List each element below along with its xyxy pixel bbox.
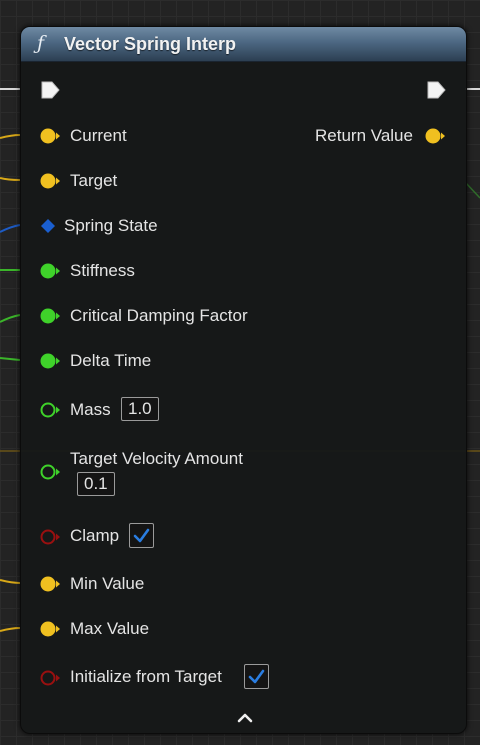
- initialize-from-target-label: Initialize from Target: [70, 667, 222, 686]
- vector-spring-interp-node[interactable]: ƒ Vector Spring Interp Current Return Va…: [20, 26, 467, 734]
- max-value-pin-icon[interactable]: [39, 620, 63, 643]
- delta-time-label: Delta Time: [70, 351, 152, 370]
- wire-min: [0, 579, 21, 584]
- wire-current: [0, 134, 21, 139]
- spring-state-label: Spring State: [64, 216, 158, 235]
- delta-time-pin-icon[interactable]: [39, 352, 63, 375]
- node-header[interactable]: ƒ Vector Spring Interp: [21, 27, 466, 62]
- wire-target-pass: [464, 181, 480, 199]
- wire-delta-time: [0, 357, 21, 361]
- clamp-checkbox[interactable]: [129, 523, 154, 548]
- exec-in-pin[interactable]: [40, 80, 62, 100]
- current-pin-icon[interactable]: [39, 127, 63, 150]
- function-icon: ƒ: [37, 32, 45, 54]
- mass-value-input[interactable]: 1.0: [121, 397, 159, 421]
- node-title: Vector Spring Interp: [64, 34, 237, 54]
- clamp-pin-icon[interactable]: [39, 528, 63, 551]
- wire-target: [0, 177, 21, 181]
- check-mark-icon: [133, 528, 150, 543]
- return-value-label: Return Value: [315, 126, 413, 145]
- return-value-pin-icon[interactable]: [424, 127, 448, 150]
- min-value-pin-icon[interactable]: [39, 575, 63, 598]
- target-pin-icon[interactable]: [39, 172, 63, 195]
- target-velocity-value-input[interactable]: 0.1: [77, 472, 115, 496]
- initialize-from-target-pin-icon[interactable]: [39, 669, 63, 692]
- wire-spring-state: [0, 224, 21, 233]
- mass-pin-icon[interactable]: [39, 401, 63, 424]
- clamp-label: Clamp: [70, 526, 120, 545]
- max-value-label: Max Value: [70, 619, 150, 638]
- target-label: Target: [70, 171, 118, 190]
- wire-damping: [0, 314, 21, 323]
- initialize-from-target-checkbox[interactable]: [244, 664, 269, 689]
- mass-label: Mass: [70, 400, 111, 419]
- min-value-label: Min Value: [70, 574, 145, 593]
- chevron-up-icon[interactable]: [236, 710, 254, 729]
- critical-damping-pin-icon[interactable]: [39, 307, 63, 330]
- target-velocity-label: Target Velocity Amount: [70, 449, 243, 468]
- stiffness-label: Stiffness: [70, 261, 135, 280]
- current-label: Current: [70, 126, 127, 145]
- check-mark-icon: [248, 669, 265, 684]
- spring-state-pin-icon[interactable]: [40, 218, 56, 239]
- exec-out-pin[interactable]: [426, 80, 448, 100]
- exec-arrow-icon: [41, 81, 60, 99]
- exec-arrow-icon: [427, 81, 446, 99]
- stiffness-pin-icon[interactable]: [39, 262, 63, 285]
- wire-max: [0, 627, 21, 632]
- target-velocity-pin-icon[interactable]: [39, 463, 63, 486]
- critical-damping-label: Critical Damping Factor: [70, 306, 248, 325]
